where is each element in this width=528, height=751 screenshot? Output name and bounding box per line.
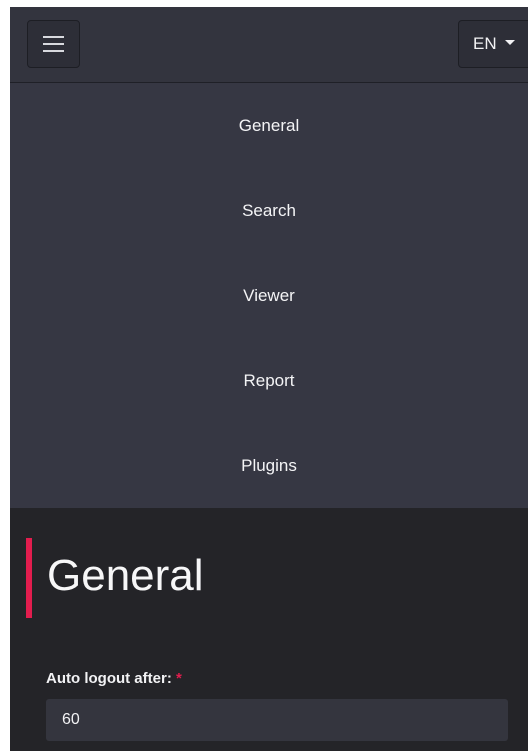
caret-down-icon: [504, 40, 515, 46]
menu-toggle-button[interactable]: [27, 20, 80, 68]
main-content: General Auto logout after: *: [10, 508, 528, 751]
top-navbar: EN: [10, 7, 528, 83]
title-accent-bar: [26, 538, 32, 618]
menu-item-report[interactable]: Report: [10, 338, 528, 423]
language-dropdown-button[interactable]: EN: [458, 20, 528, 68]
auto-logout-label-text: Auto logout after:: [46, 670, 172, 687]
nav-menu: General Search Viewer Report Plugins: [10, 83, 528, 508]
app-frame: EN General Search Viewer Report Plugins …: [10, 7, 528, 751]
required-marker: *: [175, 670, 182, 687]
auto-logout-label: Auto logout after: *: [46, 668, 182, 690]
page-title: General: [47, 551, 204, 600]
auto-logout-input[interactable]: [46, 699, 508, 741]
menu-item-viewer[interactable]: Viewer: [10, 253, 528, 338]
menu-item-general[interactable]: General: [10, 83, 528, 168]
language-label: EN: [473, 34, 497, 53]
menu-item-plugins[interactable]: Plugins: [10, 423, 528, 508]
menu-item-search[interactable]: Search: [10, 168, 528, 253]
